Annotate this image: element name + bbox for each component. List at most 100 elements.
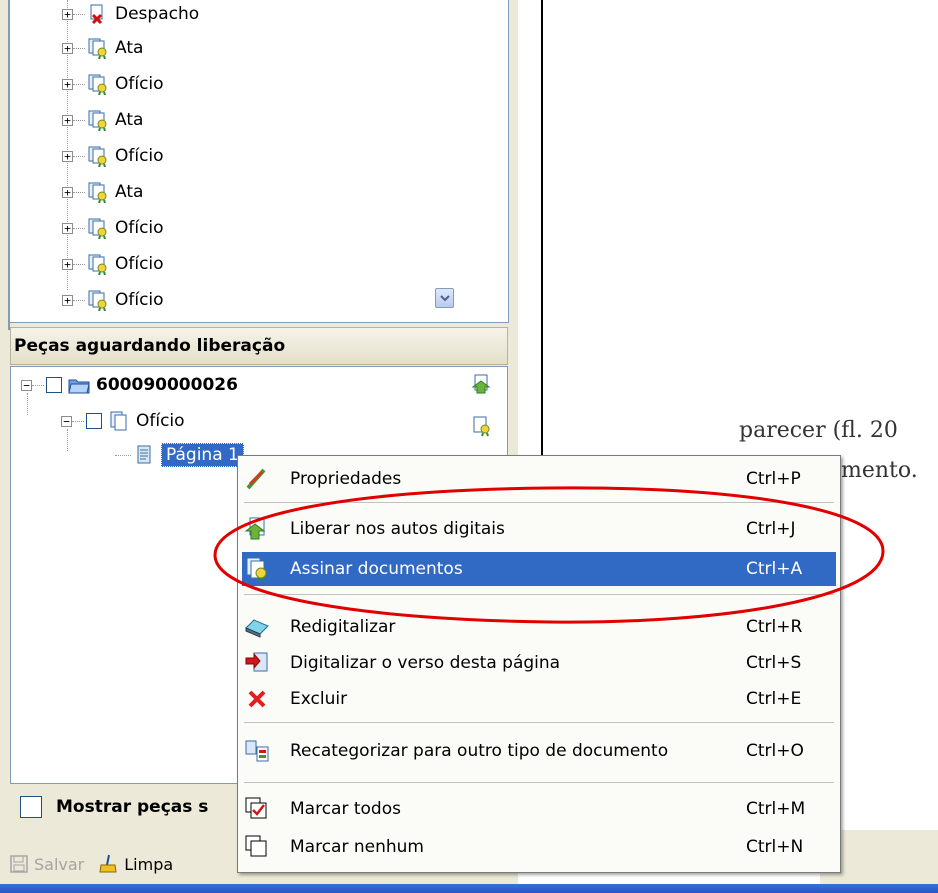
folder-icon (68, 379, 90, 394)
menu-item-label: Marcar nenhum (290, 837, 424, 857)
menu-item-recategorize[interactable]: Recategorizar para outro tipo de documen… (242, 734, 836, 768)
scroll-down-button[interactable] (435, 288, 454, 308)
tree-item-label: Ofício (136, 411, 185, 431)
menu-shortcut: Ctrl+R (746, 617, 803, 637)
child-checkbox[interactable] (86, 413, 102, 429)
show-pieces-checkbox[interactable] (20, 796, 42, 818)
signed-document-icon (88, 38, 107, 59)
expand-icon[interactable]: + (62, 294, 73, 306)
show-pieces-label: Mostrar peças s (56, 797, 209, 817)
signed-document-icon (88, 110, 107, 131)
selected-page-label[interactable]: Página 1 (161, 443, 244, 467)
menu-item-properties[interactable]: Propriedades Ctrl+P (242, 462, 836, 496)
pending-section-header: Peças aguardando liberação (10, 327, 508, 365)
menu-item-check-all[interactable]: Marcar todos Ctrl+M (242, 792, 836, 826)
tree-item-label: Ofício (115, 254, 164, 274)
document-tree[interactable]: + Despacho + Ata + Ofício + Ata + Ofício… (10, 0, 509, 323)
signed-document-icon (88, 218, 107, 239)
signed-document-icon (88, 74, 107, 95)
tree-item-label: Ata (115, 110, 144, 130)
tree-item-label: Ofício (115, 290, 164, 310)
save-button[interactable]: Salvar (10, 855, 84, 874)
tree-item[interactable]: + Ofício (62, 252, 164, 276)
cancelled-document-icon (90, 4, 103, 25)
expand-icon[interactable]: + (62, 186, 73, 198)
menu-item-label: Assinar documentos (290, 559, 463, 579)
menu-item-delete[interactable]: Excluir Ctrl+E (242, 682, 836, 716)
menu-shortcut: Ctrl+N (746, 837, 804, 857)
broom-icon (99, 854, 117, 873)
tree-item[interactable]: + Ata (62, 36, 143, 60)
collapse-icon[interactable]: − (21, 379, 32, 391)
menu-shortcut: Ctrl+O (746, 741, 804, 761)
menu-item-label: Redigitalizar (290, 617, 396, 637)
menu-item-check-none[interactable]: Marcar nenhum Ctrl+N (242, 830, 836, 864)
menu-separator (244, 782, 834, 783)
pending-child-item[interactable]: − Ofício (61, 409, 185, 433)
tree-item-label: Ofício (115, 146, 164, 166)
menu-item-label: Digitalizar o verso desta página (290, 653, 561, 673)
menu-shortcut: Ctrl+P (746, 469, 801, 489)
tree-item[interactable]: + Ofício (62, 216, 164, 240)
menu-separator (244, 722, 834, 723)
tree-item[interactable]: + Ofício (62, 72, 164, 96)
menu-shortcut: Ctrl+M (746, 799, 806, 819)
expand-icon[interactable]: + (62, 8, 73, 20)
menu-shortcut: Ctrl+J (746, 519, 796, 539)
menu-shortcut: Ctrl+E (746, 689, 802, 709)
collapse-icon[interactable]: − (61, 415, 72, 427)
tree-item[interactable]: + Ata (62, 108, 143, 132)
expand-icon[interactable]: + (62, 78, 73, 90)
taskbar (0, 884, 938, 893)
tree-item[interactable]: + Despacho (62, 2, 199, 26)
signed-document-icon (88, 146, 107, 167)
sign-document-icon (246, 557, 267, 582)
clear-label: Limpa (124, 854, 174, 874)
menu-item-rescan[interactable]: Redigitalizar Ctrl+R (242, 610, 836, 644)
menu-item-label: Liberar nos autos digitais (290, 519, 505, 539)
properties-icon (246, 468, 266, 490)
menu-item-scan-back[interactable]: Digitalizar o verso desta página Ctrl+S (242, 646, 836, 680)
menu-shortcut: Ctrl+S (746, 653, 802, 673)
menu-separator (244, 502, 834, 503)
pending-section-title: Peças aguardando liberação (14, 336, 286, 356)
expand-icon[interactable]: + (62, 114, 73, 126)
expand-icon[interactable]: + (62, 258, 73, 270)
document-text-line: parecer (fl. 20 (739, 418, 898, 443)
show-pieces-option[interactable]: Mostrar peças s (20, 796, 208, 818)
root-checkbox[interactable] (46, 377, 62, 393)
document-text-line: mento. (841, 458, 918, 483)
expand-icon[interactable]: + (62, 42, 73, 54)
pending-page-item[interactable]: Página 1 (115, 443, 244, 467)
menu-item-release[interactable]: Liberar nos autos digitais Ctrl+J (242, 512, 836, 546)
signed-document-icon (88, 290, 107, 311)
menu-item-label: Propriedades (290, 469, 402, 489)
document-stack-icon (110, 411, 127, 431)
sign-document-icon[interactable] (471, 415, 493, 437)
menu-item-label: Recategorizar para outro tipo de documen… (290, 741, 669, 761)
expand-icon[interactable]: + (62, 150, 73, 162)
menu-separator (244, 594, 834, 595)
save-label: Salvar (34, 854, 85, 874)
release-icon (244, 517, 266, 540)
expand-icon[interactable]: + (62, 222, 73, 234)
scanner-icon (245, 619, 269, 638)
context-menu: Propriedades Ctrl+P Liberar nos autos di… (237, 455, 841, 873)
check-none-icon (245, 835, 267, 857)
tree-item[interactable]: + Ofício (62, 288, 164, 312)
tree-item-label: Ata (115, 182, 144, 202)
signed-document-icon (88, 182, 107, 203)
recategorize-icon (245, 740, 269, 762)
release-icon[interactable] (471, 373, 493, 395)
tree-item[interactable]: + Ofício (62, 144, 164, 168)
floppy-disk-icon (10, 855, 28, 873)
chevron-down-icon (439, 295, 450, 302)
menu-item-sign-documents[interactable]: Assinar documentos Ctrl+A (242, 552, 836, 586)
tree-item-label: Ofício (115, 218, 164, 238)
tree-item[interactable]: + Ata (62, 180, 143, 204)
clear-button[interactable]: Limpa (98, 854, 173, 874)
page-icon (137, 445, 151, 464)
menu-item-label: Marcar todos (290, 799, 401, 819)
pending-root-item[interactable]: − 600090000026 (21, 373, 238, 397)
menu-item-label: Excluir (290, 689, 348, 709)
